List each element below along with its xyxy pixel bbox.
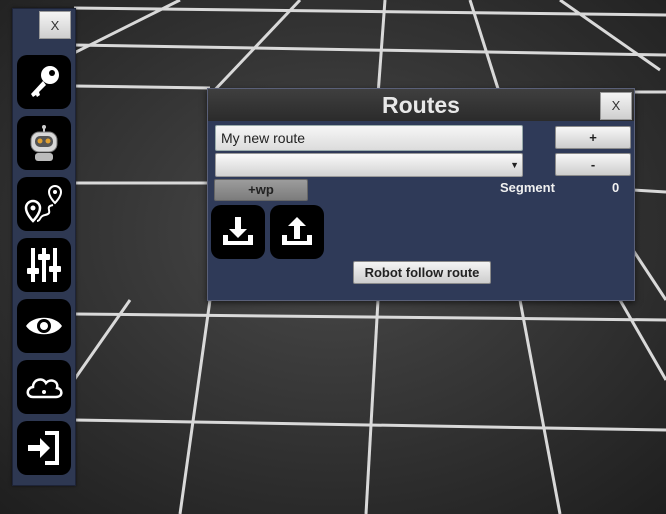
routes-title: Routes <box>382 92 460 118</box>
robot-icon <box>30 125 58 161</box>
robot-follow-route-button[interactable]: Robot follow route <box>353 261 491 284</box>
route-pin-icon <box>24 184 63 223</box>
key-icon <box>31 66 59 97</box>
add-route-button[interactable]: + <box>555 126 631 149</box>
routes-titlebar[interactable]: Routes X <box>208 89 634 121</box>
sign-in-icon <box>28 431 59 465</box>
left-toolbar: X <box>12 8 76 486</box>
upload-route-button[interactable] <box>270 205 324 259</box>
routes-window: Routes X ▼ + - +wp Segment 0 Robot follo… <box>207 88 635 301</box>
eye-icon <box>26 317 62 335</box>
cloud-button[interactable] <box>17 360 71 414</box>
cloud-icon <box>26 378 63 399</box>
key-button[interactable] <box>17 55 71 109</box>
route-select-dropdown[interactable]: ▼ <box>215 153 523 177</box>
segment-label: Segment <box>500 180 555 195</box>
routes-close-button[interactable]: X <box>600 92 632 120</box>
settings-sliders-button[interactable] <box>17 238 71 292</box>
upload-icon <box>282 217 312 245</box>
login-button[interactable] <box>17 421 71 475</box>
route-name-input[interactable] <box>215 125 523 151</box>
toolbar-close-button[interactable]: X <box>39 11 71 39</box>
view-button[interactable] <box>17 299 71 353</box>
download-route-button[interactable] <box>211 205 265 259</box>
add-waypoint-button[interactable]: +wp <box>214 179 308 201</box>
route-button[interactable] <box>17 177 71 231</box>
download-icon <box>223 217 253 245</box>
remove-route-button[interactable]: - <box>555 153 631 176</box>
sliders-icon <box>27 248 61 282</box>
segment-value: 0 <box>612 180 620 195</box>
chevron-down-icon: ▼ <box>510 160 519 170</box>
robot-button[interactable] <box>17 116 71 170</box>
